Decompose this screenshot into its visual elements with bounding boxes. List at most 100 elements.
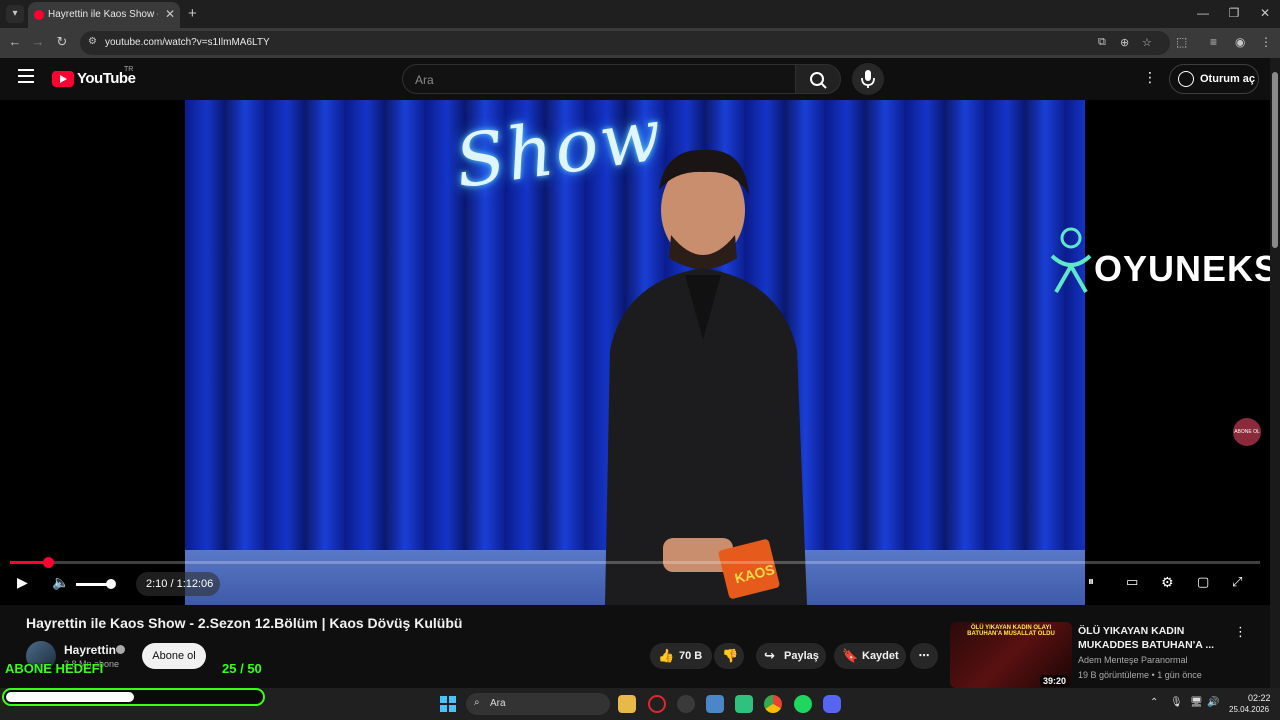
minimize-icon[interactable]: — [1193,6,1213,20]
new-tab-button[interactable]: + [188,5,197,22]
sign-in-button[interactable]: Oturum aç [1169,64,1259,94]
zoom-icon[interactable]: ⊕ [1120,36,1129,49]
sign-in-label: Oturum aç [1200,73,1256,85]
subtitles-icon[interactable]: ▭ [1126,574,1138,590]
tab-search-button[interactable]: ▾ [6,5,24,23]
youtube-play-logo-icon [52,71,74,87]
account-icon [1178,71,1194,87]
thumbs-up-icon: 👍 [658,648,675,663]
tab-close-icon[interactable]: ✕ [165,7,175,21]
youtube-header: YouTube TR Ara ⋮ Oturum aç [0,58,1270,100]
save-label: Kaydet [862,650,899,662]
subscribe-button[interactable]: Abone ol [142,643,206,669]
steam-icon[interactable] [706,695,724,713]
windows-start-icon[interactable] [440,696,456,712]
more-options-icon[interactable]: ⋮ [1143,69,1157,86]
opera-icon[interactable] [648,695,666,713]
show-hidden-icons[interactable]: ⌃ [1150,697,1158,708]
speaker-icon[interactable]: 🔊 [1207,697,1219,708]
subscriber-goal-fill [6,692,134,702]
autoplay-toggle-icon[interactable]: ⏸ [1088,574,1094,589]
oyuneks-logo-icon [1050,227,1092,293]
bookmark-star-icon[interactable]: ☆ [1142,36,1152,49]
search-placeholder: Ara [415,73,434,87]
oyuneks-overlay: OYUNEKS [1048,226,1270,296]
voice-search-button[interactable] [852,63,884,95]
subscriber-goal-label: ABONE HEDEFİ [5,661,104,676]
play-icon[interactable]: ▶ [17,574,28,591]
youtube-logo[interactable]: YouTube [52,70,136,88]
forward-icon[interactable]: → [29,34,47,49]
scrollbar-thumb[interactable] [1272,72,1278,248]
share-arrow-icon: ↪ [764,648,775,663]
save-button[interactable]: 🔖 Kaydet [834,643,906,669]
obs-icon[interactable] [677,695,695,713]
youtube-favicon-icon [34,10,44,20]
hamburger-menu-icon[interactable] [18,69,34,83]
whatsapp-icon[interactable] [735,695,753,713]
seek-bar-played [10,561,48,564]
more-actions-button[interactable]: ⋯ [910,643,938,669]
search-icon [810,72,827,89]
recommended-channel[interactable]: Adem Menteşe Paranormal [1078,655,1188,665]
like-button[interactable]: 👍 70 B [650,643,712,669]
clock-time[interactable]: 02:22 [1248,693,1271,703]
volume-icon[interactable]: 🔈 [52,574,69,591]
seek-bar-scrubber[interactable] [42,557,54,568]
recommended-duration: 39:20 [1040,675,1070,687]
browser-menu-icon[interactable]: ⋮ [1260,35,1272,49]
profile-icon[interactable]: ◉ [1235,35,1245,49]
url-text[interactable]: youtube.com/watch?v=s1IlmMA6LTY [105,37,270,48]
subscriber-goal-bar [2,688,265,706]
theater-mode-icon[interactable]: ▢ [1197,574,1209,590]
window-close-icon[interactable]: ✕ [1255,6,1275,20]
mic-tray-icon[interactable]: 🎙 [1170,697,1183,708]
site-info-icon[interactable]: ⚙ [88,36,97,47]
player-controls: ▶ 🔈 2:10 / 1:12:06 ⏸ ▭ ⚙ ▢ ⤢ [0,570,1270,600]
browser-tab-bar: ▾ Hayrettin ile Kaos Show - 2.Sezon ✕ + … [0,0,1280,28]
media-control-icon[interactable]: ≡ [1210,35,1217,49]
taskbar-search-label: Ara [490,698,506,709]
browser-tab-active[interactable]: Hayrettin ile Kaos Show - 2.Sezon ✕ [28,2,180,28]
goal-current: 25 [222,661,237,676]
search-input[interactable]: Ara [402,64,796,94]
current-time: 2:10 [146,578,168,590]
channel-name[interactable]: Hayrettin [64,643,116,657]
restore-icon[interactable]: ❐ [1224,6,1244,20]
video-player[interactable]: Show KAOS OYUNEKS ABONE OL ▶ 🔈 2:10 / 1:… [0,100,1270,605]
share-label: Paylaş [784,650,819,662]
verified-badge-icon [116,645,125,654]
fullscreen-icon[interactable]: ⤢ [1232,574,1242,590]
dislike-button[interactable]: 👎 [714,643,744,669]
extensions-icon[interactable]: ⬚ [1176,35,1187,49]
spotify-icon[interactable] [794,695,812,713]
discord-icon[interactable] [823,695,841,713]
video-frame: Show KAOS [185,100,1085,605]
video-title: Hayrettin ile Kaos Show - 2.Sezon 12.Böl… [26,615,463,631]
clock-date[interactable]: 25.04.2026 [1229,705,1269,714]
back-icon[interactable]: ← [6,34,24,49]
taskbar-search[interactable]: ⌕ Ara [466,693,610,715]
bookmark-icon: 🔖 [842,648,859,663]
recommended-title[interactable]: ÖLÜ YIKAYAN KADIN MUKADDES BATUHAN'A ... [1078,624,1218,652]
share-button[interactable]: ↪ Paylaş [756,643,826,669]
recommended-meta: 19 B görüntüleme • 1 gün önce [1078,670,1202,680]
seek-bar[interactable] [10,557,1260,568]
page-scrollbar[interactable] [1270,58,1280,688]
volume-slider-knob[interactable] [106,579,116,589]
like-count: 70 B [679,650,703,662]
chrome-icon[interactable] [764,695,782,713]
network-icon[interactable]: 🖥 [1190,697,1203,708]
settings-gear-icon[interactable]: ⚙ [1161,574,1174,591]
recommended-menu-icon[interactable]: ⋮ [1234,624,1247,640]
time-display: 2:10 / 1:12:06 [136,572,220,596]
file-explorer-icon[interactable] [618,695,636,713]
search-button[interactable] [795,64,841,94]
time-separator: / [167,578,177,590]
install-app-icon[interactable]: ⧉ [1098,36,1106,49]
reload-icon[interactable]: ↻ [53,34,71,50]
address-bar[interactable]: ⚙ youtube.com/watch?v=s1IlmMA6LTY ⧉ ⊕ ☆ [80,31,1170,55]
channel-watermark[interactable]: ABONE OL [1233,418,1261,446]
subscriber-goal-count: 25 / 50 [222,661,262,676]
host-figure: KAOS [605,149,807,605]
